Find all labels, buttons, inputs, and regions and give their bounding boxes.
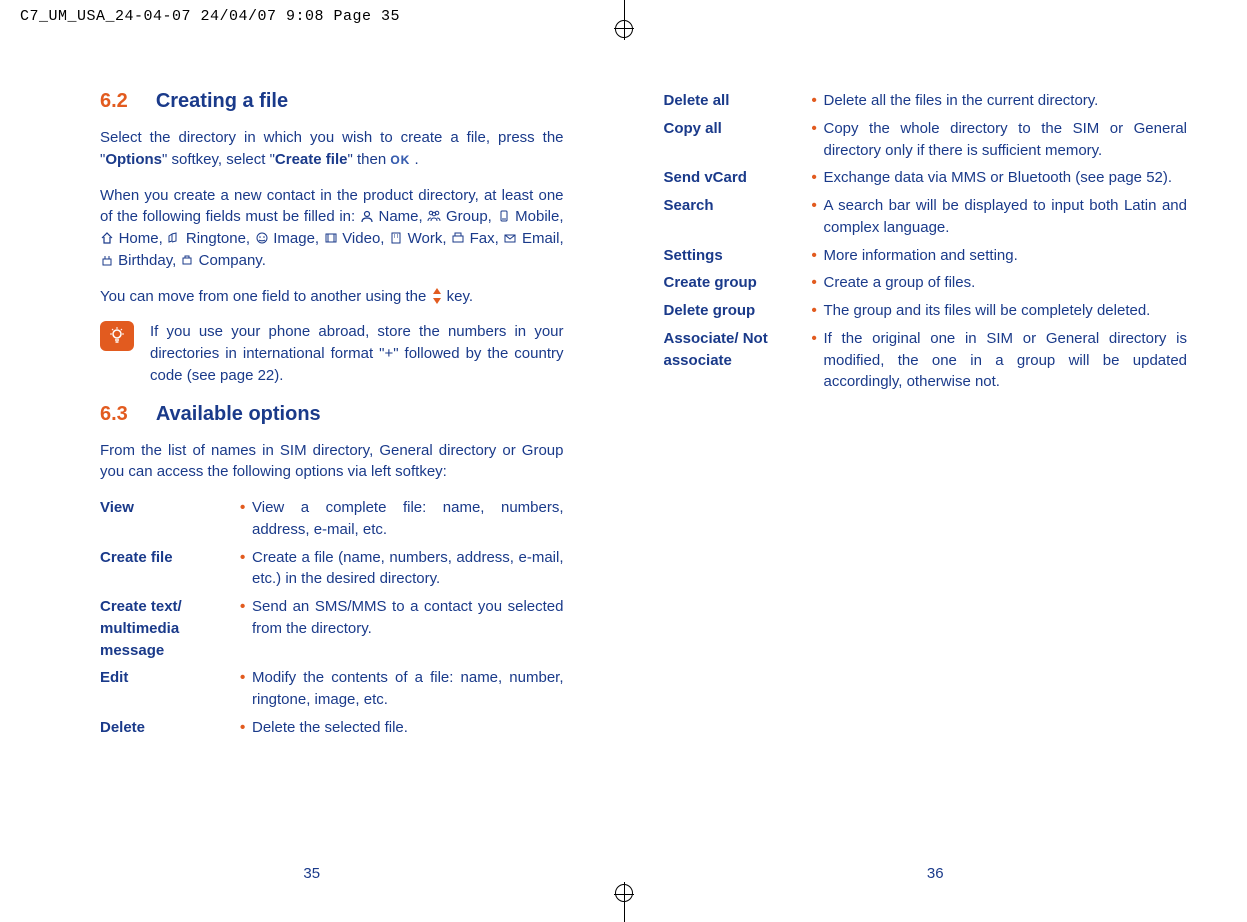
lightbulb-icon [100,321,134,351]
field-name: Birthday, [118,252,176,269]
option-label: View [100,497,240,541]
text-bold: Create file [275,151,348,168]
home-icon [100,229,114,241]
registration-mark-bottom [604,882,644,922]
page-36: Delete all Delete all the files in the c… [624,80,1247,872]
text-bold: Options [105,151,162,168]
group-icon [427,207,441,219]
paragraph-options-intro: From the list of names in SIM directory,… [100,440,564,484]
option-row: Search A search bar will be displayed to… [664,195,1188,239]
text: . [410,151,418,168]
option-desc: A search bar will be displayed to input … [812,195,1188,239]
field-name: Mobile, [515,208,563,225]
page-35: 6.2 Creating a file Select the directory … [0,80,624,872]
option-label: Edit [100,667,240,711]
person-icon [360,207,374,219]
paragraph-fields: When you create a new contact in the pro… [100,185,564,272]
option-row: Delete Delete the selected file. [100,717,564,739]
option-label: Create file [100,547,240,591]
option-label: Search [664,195,812,239]
text: You can move from one field to another u… [100,288,431,305]
option-desc: Modify the contents of a file: name, num… [240,667,564,711]
image-icon [255,229,269,241]
section-number: 6.3 [100,403,128,425]
section-heading-6-2: 6.2 Creating a file [100,90,564,113]
field-name: Group, [446,208,492,225]
option-label: Send vCard [664,167,812,189]
work-icon [389,229,403,241]
field-name: Image, [273,230,319,247]
paragraph-navigate: You can move from one field to another u… [100,286,564,308]
fax-icon [451,229,465,241]
option-row: Settings More information and setting. [664,245,1188,267]
section-heading-6-3: 6.3 Available options [100,403,564,426]
company-icon [180,251,194,263]
option-desc: Delete all the files in the current dire… [812,90,1188,112]
birthday-icon [100,251,114,263]
field-name: Company. [199,252,266,269]
option-desc: More information and setting. [812,245,1188,267]
page-number: 35 [0,865,624,882]
field-name: Fax, [470,230,499,247]
option-label: Settings [664,245,812,267]
tip-block: If you use your phone abroad, store the … [100,321,564,386]
section-number: 6.2 [100,90,128,112]
option-row: View View a complete file: name, numbers… [100,497,564,541]
paragraph-create-file: Select the directory in which you wish t… [100,127,564,171]
option-desc: Exchange data via MMS or Bluetooth (see … [812,167,1188,189]
option-label: Delete [100,717,240,739]
option-label: Create text/ multimedia message [100,596,240,661]
option-desc: Send an SMS/MMS to a contact you selecte… [240,596,564,661]
section-title: Creating a file [156,90,288,112]
option-desc: The group and its files will be complete… [812,300,1188,322]
section-title: Available options [156,403,321,425]
field-name: Ringtone, [186,230,250,247]
option-row: Delete group The group and its files wil… [664,300,1188,322]
option-label: Delete all [664,90,812,112]
mobile-icon [497,207,511,219]
text: key. [443,288,474,305]
option-row: Copy all Copy the whole directory to the… [664,118,1188,162]
registration-mark-top [604,0,644,40]
video-icon [324,229,338,241]
option-row: Create group Create a group of files. [664,272,1188,294]
option-row: Create file Create a file (name, numbers… [100,547,564,591]
crop-mark-info: C7_UM_USA_24-04-07 24/04/07 9:08 Page 35 [20,8,400,25]
option-desc: Delete the selected file. [240,717,564,739]
option-label: Copy all [664,118,812,162]
option-desc: Create a file (name, numbers, address, e… [240,547,564,591]
option-desc: Create a group of files. [812,272,1188,294]
option-row: Delete all Delete all the files in the c… [664,90,1188,112]
option-row: Edit Modify the contents of a file: name… [100,667,564,711]
field-name: Home, [119,230,163,247]
option-desc: If the original one in SIM or General di… [812,328,1188,393]
nav-key-icon [431,288,443,304]
email-icon [503,229,517,241]
ringtone-icon [167,229,181,241]
option-label: Create group [664,272,812,294]
option-row: Send vCard Exchange data via MMS or Blue… [664,167,1188,189]
option-label: Associate/ Not associate [664,328,812,393]
option-desc: Copy the whole directory to the SIM or G… [812,118,1188,162]
page-spread: 6.2 Creating a file Select the directory … [0,80,1247,872]
text: " then [347,151,390,168]
field-name: Work, [408,230,447,247]
ok-key-icon: OK [390,153,410,167]
text: When you create a new contact in the pro… [100,187,564,226]
option-label: Delete group [664,300,812,322]
field-name: Name, [378,208,422,225]
field-name: Video, [342,230,384,247]
option-desc: View a complete file: name, numbers, add… [240,497,564,541]
page-number: 36 [624,865,1247,882]
text: " softkey, select " [162,151,275,168]
field-name: Email, [522,230,564,247]
tip-text: If you use your phone abroad, store the … [150,321,564,386]
option-row: Associate/ Not associate If the original… [664,328,1188,393]
option-row: Create text/ multimedia message Send an … [100,596,564,661]
